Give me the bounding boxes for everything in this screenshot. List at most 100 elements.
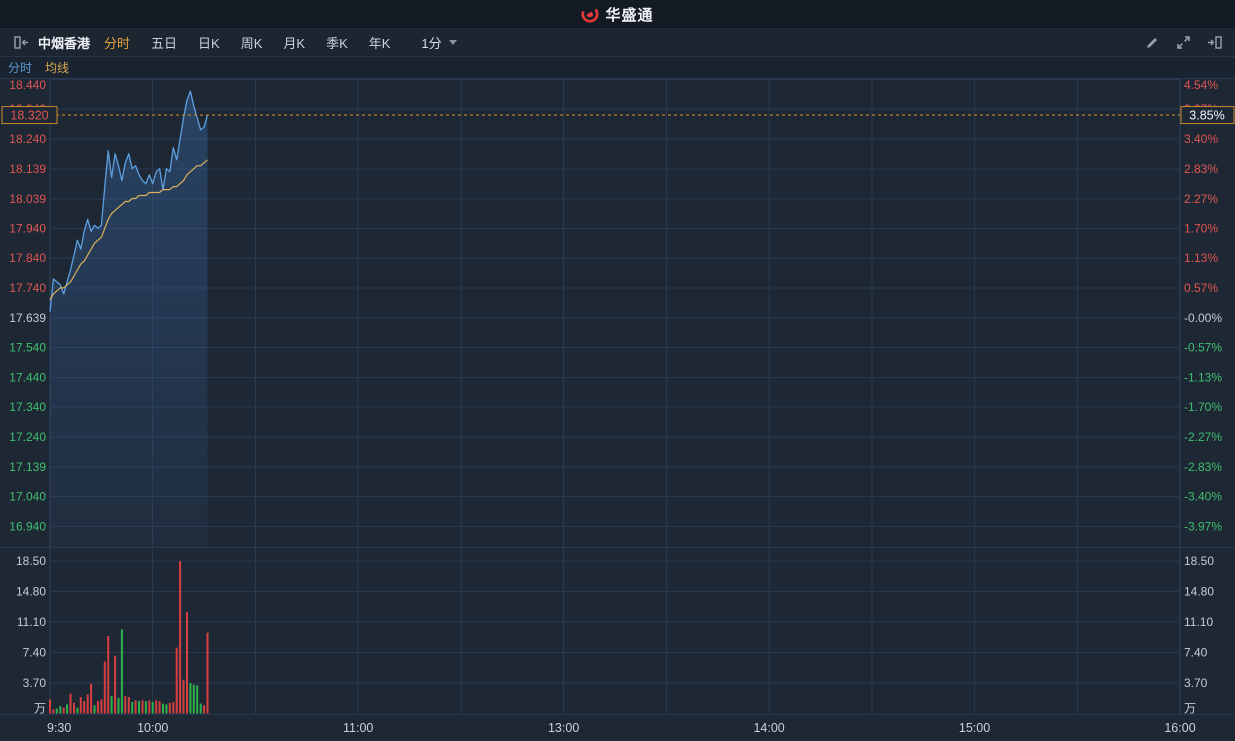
price-axis-label: 17.940 (9, 221, 46, 235)
volume-bar (138, 701, 140, 713)
price-area-fill (50, 91, 208, 547)
volume-axis-label: 18.50 (1184, 554, 1214, 568)
huasheng-logo-icon (581, 5, 599, 23)
percent-axis-label: 4.54% (1184, 78, 1218, 92)
chart-canvas[interactable]: 18.4404.54%18.3403.97%18.2403.40%18.1392… (0, 78, 1235, 741)
volume-bar (49, 700, 51, 714)
price-axis-label: 18.139 (9, 162, 46, 176)
time-axis-label: 13:00 (548, 721, 579, 735)
volume-bar (176, 648, 178, 714)
volume-bar (207, 633, 209, 714)
volume-bar (121, 630, 123, 714)
percent-axis-label: 1.13% (1184, 251, 1218, 265)
volume-bar (169, 703, 171, 714)
interval-label: 1分 (421, 33, 441, 52)
volume-bar (196, 686, 198, 714)
current-price-value: 18.320 (10, 109, 48, 123)
price-axis-label: 17.340 (9, 400, 46, 414)
interval-selector[interactable]: 1分 (421, 33, 456, 52)
volume-bar (104, 662, 106, 714)
volume-bar (159, 701, 161, 713)
volume-bar (189, 683, 191, 714)
volume-bar (87, 695, 89, 714)
percent-axis-label: -1.13% (1184, 370, 1222, 384)
volume-bar (179, 561, 181, 713)
volume-bar (114, 656, 116, 714)
chart-legend: 分时均线 (0, 57, 1235, 78)
volume-bar (152, 702, 154, 714)
volume-bar (59, 706, 61, 713)
volume-bar (73, 703, 75, 714)
price-axis-label: 17.639 (9, 311, 46, 325)
volume-bar (200, 704, 202, 714)
price-axis-label: 18.240 (9, 132, 46, 146)
percent-axis-label: 2.27% (1184, 192, 1218, 206)
volume-bar (100, 700, 102, 714)
dock-right-icon[interactable] (1205, 34, 1223, 52)
volume-bar (165, 704, 167, 713)
tab-5[interactable]: 季K (326, 33, 348, 52)
tab-0[interactable]: 分时 (104, 33, 130, 52)
volume-bar (155, 700, 157, 713)
volume-bar (135, 700, 137, 713)
volume-axis-label: 7.40 (23, 646, 47, 660)
volume-bar (186, 612, 188, 713)
dock-left-icon[interactable] (12, 34, 30, 52)
price-axis-label: 17.840 (9, 251, 46, 265)
volume-bar (142, 700, 144, 713)
volume-bar (172, 702, 174, 714)
chevron-down-icon (449, 40, 457, 45)
volume-bar (83, 701, 85, 713)
time-axis-label: 10:00 (137, 721, 168, 735)
volume-axis-label: 18.50 (16, 554, 46, 568)
percent-axis-label: 2.83% (1184, 162, 1218, 176)
volume-unit-label: 万 (34, 702, 46, 716)
price-axis-label: 17.139 (9, 460, 46, 474)
volume-bar (148, 700, 150, 713)
legend-item-0[interactable]: 分时 (8, 59, 32, 76)
percent-axis-label: -0.00% (1184, 311, 1222, 325)
volume-axis-label: 3.70 (23, 676, 47, 690)
app-brand: 华盛通 (605, 4, 653, 25)
time-axis-label: 14:00 (753, 721, 784, 735)
tab-2[interactable]: 日K (198, 33, 220, 52)
volume-bar (131, 702, 133, 714)
time-axis-label: 15:00 (959, 721, 990, 735)
volume-bar (128, 697, 130, 714)
price-axis-label: 18.039 (9, 192, 46, 206)
percent-axis-label: -2.83% (1184, 460, 1222, 474)
toolbar-right-icons (1143, 34, 1223, 52)
legend-item-1[interactable]: 均线 (45, 59, 69, 76)
price-axis-label: 17.240 (9, 430, 46, 444)
volume-bar (63, 708, 65, 714)
time-axis-label: 11:00 (343, 721, 373, 735)
volume-axis-label: 11.10 (1184, 615, 1213, 629)
tab-3[interactable]: 周K (241, 33, 263, 52)
stock-name: 中烟香港 (38, 33, 90, 52)
volume-bar (94, 705, 96, 713)
percent-axis-label: 0.57% (1184, 281, 1218, 295)
volume-bar (162, 704, 164, 714)
volume-bar (183, 680, 185, 714)
tab-6[interactable]: 年K (369, 33, 391, 52)
tab-4[interactable]: 月K (283, 33, 305, 52)
volume-bar (90, 684, 92, 714)
volume-bar (203, 705, 205, 713)
volume-bar (107, 636, 109, 714)
tab-1[interactable]: 五日 (151, 33, 177, 52)
volume-bar (76, 708, 78, 714)
volume-axis-label: 14.80 (1184, 585, 1214, 599)
volume-bar (118, 698, 120, 714)
volume-unit-label: 万 (1184, 702, 1196, 716)
app-window: 华盛通 中烟香港 分时 五日 日K 周K 月K 季K 年K 1分 (0, 0, 1235, 741)
fullscreen-icon[interactable] (1174, 34, 1192, 52)
volume-bar (70, 694, 72, 714)
volume-axis-label: 14.80 (16, 585, 46, 599)
percent-axis-label: -0.57% (1184, 341, 1222, 355)
percent-axis-label: -3.97% (1184, 519, 1222, 533)
volume-bar (111, 696, 113, 713)
pencil-icon[interactable] (1143, 34, 1161, 52)
volume-axis-label: 7.40 (1184, 646, 1208, 660)
percent-axis-label: -3.40% (1184, 490, 1222, 504)
price-axis-label: 17.540 (9, 341, 46, 355)
